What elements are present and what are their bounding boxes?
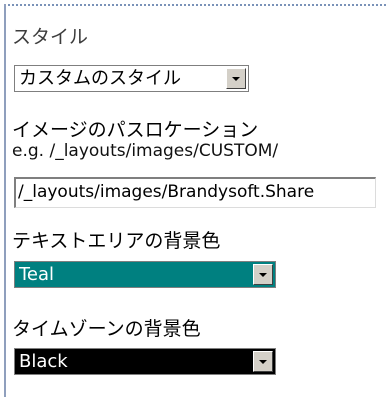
timezone-bg-select[interactable]: Black bbox=[14, 348, 276, 375]
style-label: スタイル bbox=[12, 26, 89, 48]
style-select[interactable]: カスタムのスタイル bbox=[14, 65, 249, 92]
textarea-bg-select[interactable]: Teal bbox=[14, 261, 276, 288]
textarea-bg-value: Teal bbox=[19, 264, 55, 285]
panel-left-border bbox=[4, 4, 6, 397]
chevron-down-icon[interactable] bbox=[253, 264, 273, 285]
panel-top-border bbox=[4, 4, 386, 6]
chevron-down-icon[interactable] bbox=[253, 351, 273, 372]
image-location-example: e.g. /_layouts/images/CUSTOM/ bbox=[12, 141, 279, 161]
chevron-down-icon[interactable] bbox=[226, 68, 246, 89]
textarea-bg-label: テキストエリアの背景色 bbox=[12, 230, 221, 252]
image-location-input[interactable] bbox=[16, 179, 375, 206]
image-location-label: イメージのパスロケーション bbox=[12, 119, 259, 141]
timezone-bg-value: Black bbox=[19, 351, 68, 372]
timezone-bg-label: タイムゾーンの背景色 bbox=[12, 318, 201, 340]
image-location-field[interactable] bbox=[14, 177, 376, 208]
style-select-value: カスタムのスタイル bbox=[19, 68, 181, 89]
